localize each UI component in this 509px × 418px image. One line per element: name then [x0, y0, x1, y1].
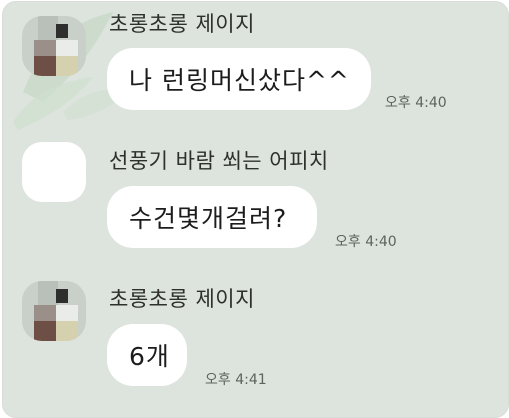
message-text: 수건몇개걸려?: [129, 204, 288, 233]
message-bubble[interactable]: 수건몇개걸려?: [107, 186, 317, 248]
avatar-pixel: [56, 305, 78, 321]
message-text: 나 런링머신샀다^^: [129, 66, 350, 95]
avatar-pixel: [38, 16, 58, 42]
avatar-pixel: [56, 289, 68, 303]
avatar[interactable]: [22, 281, 86, 341]
avatar-pixel: [38, 281, 58, 307]
message-bubble[interactable]: 6개: [107, 324, 187, 386]
avatar-pixel: [34, 40, 56, 56]
avatar[interactable]: [22, 16, 86, 76]
avatar-pixel: [34, 305, 56, 321]
avatar[interactable]: [22, 142, 86, 202]
avatar-pixel: [34, 56, 56, 76]
message-time: 오후 4:41: [205, 372, 267, 388]
message-time: 오후 4:40: [385, 95, 447, 111]
avatar-pixel: [56, 56, 78, 76]
sender-name: 선풍기 바람 쐬는 어피치: [109, 149, 329, 173]
message-bubble[interactable]: 나 런링머신샀다^^: [107, 48, 371, 110]
sender-name: 초롱초롱 제이지: [109, 287, 255, 311]
message-time: 오후 4:40: [335, 234, 397, 250]
sender-name: 초롱초롱 제이지: [109, 12, 255, 36]
message-text: 6개: [129, 342, 170, 371]
avatar-pixel: [34, 321, 56, 341]
avatar-pixel: [56, 40, 78, 56]
avatar-pixel: [56, 24, 68, 38]
chat-window: 초롱초롱 제이지 나 런링머신샀다^^ 오후 4:40 선풍기 바람 쐬는 어피…: [2, 1, 509, 418]
avatar-pixel: [56, 321, 78, 341]
